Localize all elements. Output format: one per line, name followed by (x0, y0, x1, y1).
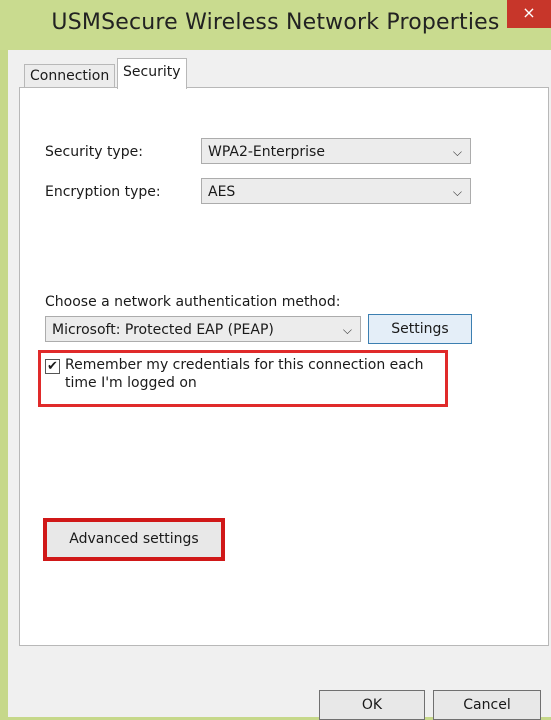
chevron-down-icon: ⌵ (452, 145, 462, 159)
settings-button[interactable]: Settings (368, 314, 472, 344)
security-panel: Security type: WPA2-Enterprise ⌵ Encrypt… (19, 87, 549, 646)
close-icon: × (522, 3, 536, 22)
chevron-down-icon: ⌵ (452, 185, 462, 199)
encryption-type-value: AES (208, 184, 236, 200)
cancel-button[interactable]: Cancel (433, 690, 541, 720)
encryption-type-dropdown[interactable]: AES ⌵ (201, 178, 471, 204)
auth-method-dropdown[interactable]: Microsoft: Protected EAP (PEAP) ⌵ (45, 316, 361, 342)
security-type-dropdown[interactable]: WPA2-Enterprise ⌵ (201, 138, 471, 164)
check-icon: ✔ (47, 359, 58, 374)
tab-security[interactable]: Security (117, 58, 187, 89)
title-bar: USMSecure Wireless Network Properties × (0, 0, 551, 50)
remember-credentials-label: Remember my credentials for this connect… (65, 357, 424, 391)
auth-method-label: Choose a network authentication method: (45, 294, 341, 310)
encryption-type-label: Encryption type: (45, 184, 161, 200)
advanced-settings-button[interactable]: Advanced settings (43, 518, 225, 561)
security-type-value: WPA2-Enterprise (208, 144, 325, 160)
dialog-body: Connection Security Security type: WPA2-… (8, 50, 551, 720)
tab-connection[interactable]: Connection (24, 64, 116, 88)
remember-credentials-checkbox[interactable]: ✔ (45, 359, 60, 374)
close-button[interactable]: × (507, 0, 551, 28)
ok-button[interactable]: OK (319, 690, 425, 720)
auth-method-value: Microsoft: Protected EAP (PEAP) (52, 322, 274, 338)
window-title: USMSecure Wireless Network Properties (51, 10, 500, 35)
chevron-down-icon: ⌵ (342, 323, 352, 337)
security-type-label: Security type: (45, 144, 143, 160)
